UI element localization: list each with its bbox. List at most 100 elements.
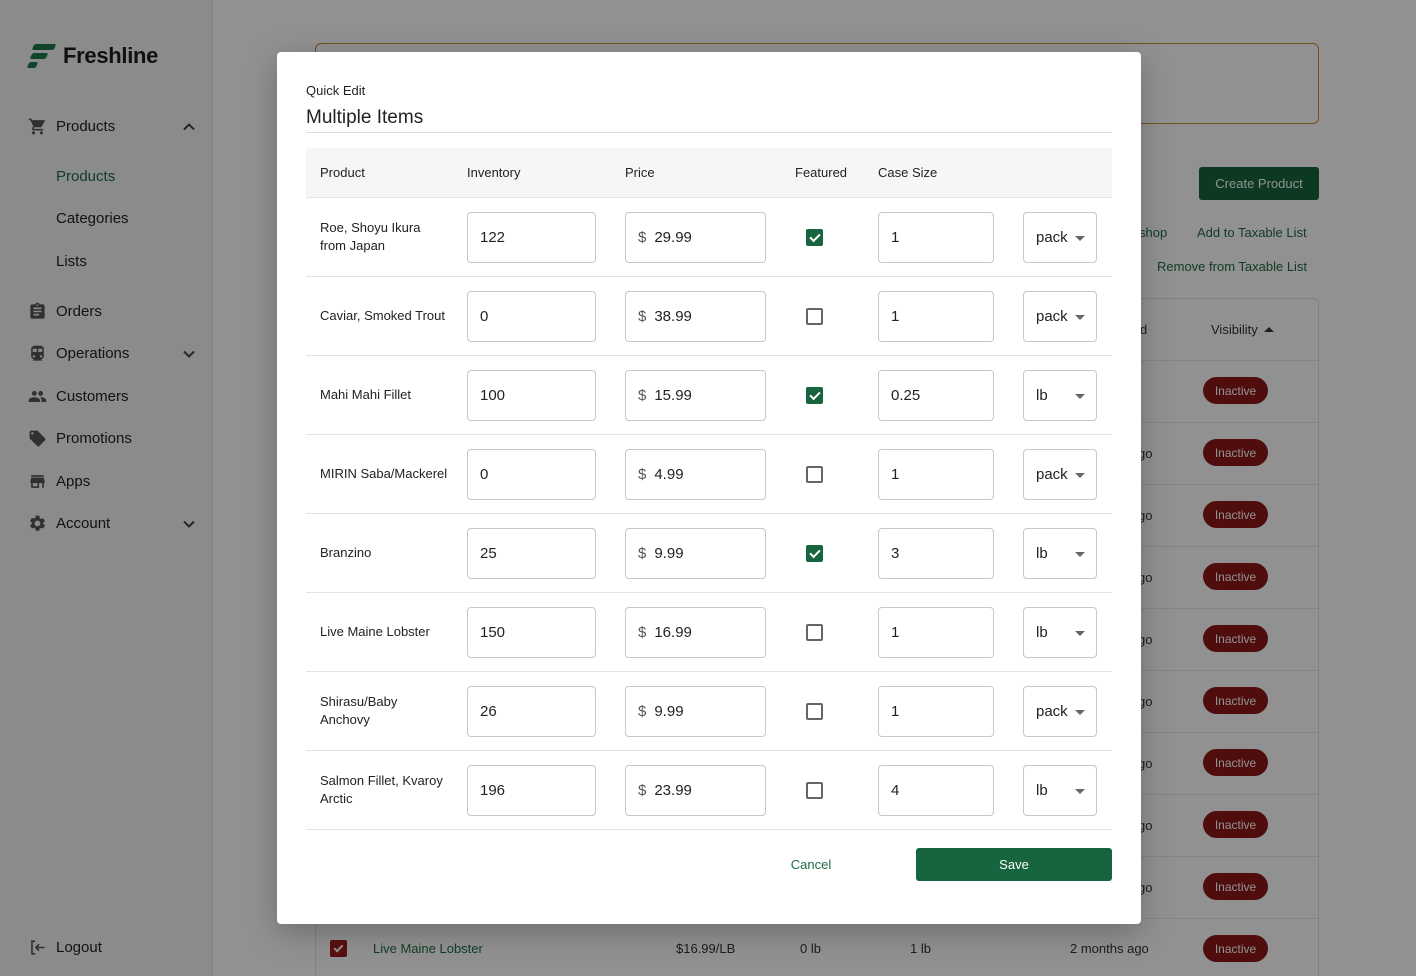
price-input[interactable]: $23.99 <box>625 765 766 816</box>
currency-symbol: $ <box>638 308 647 325</box>
price-input[interactable]: $16.99 <box>625 607 766 658</box>
currency-symbol: $ <box>638 545 647 562</box>
inventory-input[interactable]: 26 <box>467 686 596 737</box>
unit-select[interactable]: pack <box>1023 212 1097 263</box>
table-row: Branzino 25 $9.99 3 lb <box>306 514 1112 593</box>
featured-checkbox[interactable] <box>806 308 823 325</box>
price-value: 29.99 <box>654 229 692 246</box>
save-button[interactable]: Save <box>916 848 1112 881</box>
price-input[interactable]: $9.99 <box>625 686 766 737</box>
product-name: Shirasu/Baby Anchovy <box>320 694 398 727</box>
price-value: 4.99 <box>654 466 684 483</box>
product-name: Roe, Shoyu Ikura from Japan <box>320 220 421 253</box>
dropdown-arrow-icon <box>1075 630 1085 636</box>
dialog-title: Multiple Items <box>306 107 424 128</box>
column-header-price: Price <box>625 165 655 180</box>
quick-edit-table: Product Inventory Price Featured Case Si… <box>306 148 1112 830</box>
currency-symbol: $ <box>638 229 647 246</box>
featured-checkbox[interactable] <box>806 545 823 562</box>
column-header-product: Product <box>320 165 365 180</box>
currency-symbol: $ <box>638 782 647 799</box>
inventory-input[interactable]: 100 <box>467 370 596 421</box>
currency-symbol: $ <box>638 466 647 483</box>
table-row: Shirasu/Baby Anchovy 26 $9.99 1 pack <box>306 672 1112 751</box>
product-name: Mahi Mahi Fillet <box>320 387 412 402</box>
case-size-input[interactable]: 1 <box>878 607 994 658</box>
featured-checkbox[interactable] <box>806 229 823 246</box>
table-row: MIRIN Saba/Mackerel 0 $4.99 1 pack <box>306 435 1112 514</box>
currency-symbol: $ <box>638 703 647 720</box>
price-input[interactable]: $9.99 <box>625 528 766 579</box>
table-row: Salmon Fillet, Kvaroy Arctic 196 $23.99 … <box>306 751 1112 830</box>
currency-symbol: $ <box>638 387 647 404</box>
inventory-input[interactable]: 150 <box>467 607 596 658</box>
unit-value: pack <box>1036 466 1068 483</box>
case-size-input[interactable]: 1 <box>878 686 994 737</box>
unit-value: lb <box>1036 387 1048 404</box>
price-input[interactable]: $4.99 <box>625 449 766 500</box>
unit-select[interactable]: pack <box>1023 449 1097 500</box>
featured-checkbox[interactable] <box>806 782 823 799</box>
case-size-input[interactable]: 4 <box>878 765 994 816</box>
case-size-input[interactable]: 1 <box>878 449 994 500</box>
unit-select[interactable]: pack <box>1023 686 1097 737</box>
unit-select[interactable]: lb <box>1023 370 1097 421</box>
featured-checkbox[interactable] <box>806 387 823 404</box>
unit-value: pack <box>1036 703 1068 720</box>
cancel-button[interactable]: Cancel <box>774 848 848 881</box>
case-size-input[interactable]: 1 <box>878 212 994 263</box>
case-size-input[interactable]: 0.25 <box>878 370 994 421</box>
column-header-inventory: Inventory <box>467 165 521 180</box>
unit-select[interactable]: lb <box>1023 607 1097 658</box>
price-input[interactable]: $29.99 <box>625 212 766 263</box>
product-name: Branzino <box>320 545 372 560</box>
price-value: 9.99 <box>654 703 684 720</box>
price-value: 15.99 <box>654 387 692 404</box>
product-name: Live Maine Lobster <box>320 624 430 639</box>
inventory-input[interactable]: 0 <box>467 449 596 500</box>
unit-select[interactable]: pack <box>1023 291 1097 342</box>
featured-checkbox[interactable] <box>806 703 823 720</box>
dropdown-arrow-icon <box>1075 788 1085 794</box>
dropdown-arrow-icon <box>1075 314 1085 320</box>
inventory-input[interactable]: 122 <box>467 212 596 263</box>
case-size-input[interactable]: 3 <box>878 528 994 579</box>
price-input[interactable]: $38.99 <box>625 291 766 342</box>
product-name: MIRIN Saba/Mackerel <box>320 466 448 481</box>
featured-checkbox[interactable] <box>806 624 823 641</box>
case-size-input[interactable]: 1 <box>878 291 994 342</box>
currency-symbol: $ <box>638 624 647 641</box>
table-row: Mahi Mahi Fillet 100 $15.99 0.25 lb <box>306 356 1112 435</box>
price-value: 9.99 <box>654 545 684 562</box>
dropdown-arrow-icon <box>1075 709 1085 715</box>
inventory-input[interactable]: 196 <box>467 765 596 816</box>
price-value: 16.99 <box>654 624 692 641</box>
unit-value: pack <box>1036 229 1068 246</box>
price-value: 38.99 <box>654 308 692 325</box>
quick-edit-dialog: Quick Edit Multiple Items Product Invent… <box>277 52 1141 924</box>
price-value: 23.99 <box>654 782 692 799</box>
unit-value: lb <box>1036 545 1048 562</box>
dialog-eyebrow: Quick Edit <box>306 83 366 98</box>
unit-value: lb <box>1036 782 1048 799</box>
dropdown-arrow-icon <box>1075 551 1085 557</box>
dropdown-arrow-icon <box>1075 235 1085 241</box>
inventory-input[interactable]: 25 <box>467 528 596 579</box>
product-name: Caviar, Smoked Trout <box>320 308 445 323</box>
column-header-featured: Featured <box>795 165 848 180</box>
product-name: Salmon Fillet, Kvaroy Arctic <box>320 773 443 806</box>
table-row: Live Maine Lobster 150 $16.99 1 lb <box>306 593 1112 672</box>
dropdown-arrow-icon <box>1075 472 1085 478</box>
table-row: Roe, Shoyu Ikura from Japan 122 $29.99 1… <box>306 198 1112 277</box>
divider <box>306 132 1112 133</box>
unit-select[interactable]: lb <box>1023 528 1097 579</box>
column-header-case-size: Case Size <box>878 165 938 180</box>
price-input[interactable]: $15.99 <box>625 370 766 421</box>
dropdown-arrow-icon <box>1075 393 1085 399</box>
unit-value: lb <box>1036 624 1048 641</box>
table-row: Caviar, Smoked Trout 0 $38.99 1 pack <box>306 277 1112 356</box>
featured-checkbox[interactable] <box>806 466 823 483</box>
unit-select[interactable]: lb <box>1023 765 1097 816</box>
inventory-input[interactable]: 0 <box>467 291 596 342</box>
unit-value: pack <box>1036 308 1068 325</box>
